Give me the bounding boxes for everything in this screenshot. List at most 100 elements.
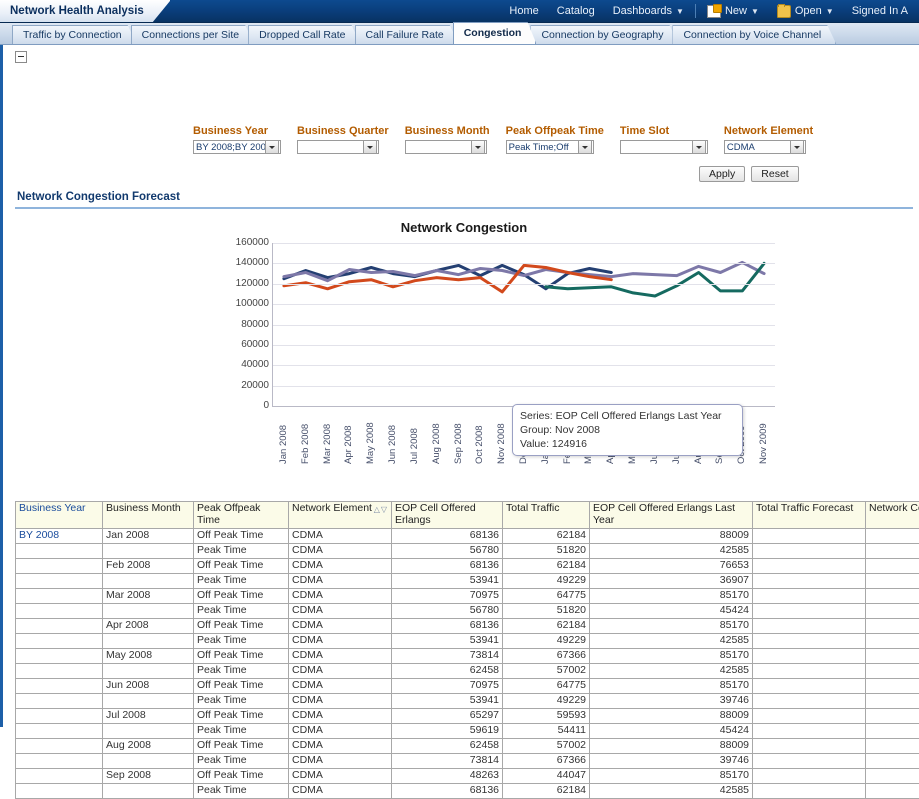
nav-item-new[interactable]: New▼ bbox=[698, 0, 768, 22]
table-cell-peak: Off Peak Time bbox=[194, 709, 289, 724]
column-header-label: EOP Cell Offered Erlangs Last Year bbox=[593, 502, 735, 526]
chart-gridline bbox=[273, 365, 775, 366]
table-cell-total: 44047 bbox=[503, 769, 590, 784]
chevron-down-icon[interactable] bbox=[578, 140, 592, 154]
table-cell-cong bbox=[866, 634, 919, 649]
table-column-header[interactable]: Peak Offpeak Time bbox=[194, 502, 289, 529]
collapse-toggle-icon[interactable] bbox=[15, 51, 27, 63]
table-column-header[interactable]: EOP Cell Offered Erlangs bbox=[392, 502, 503, 529]
table-cell-eop-ly: 42585 bbox=[590, 634, 753, 649]
table-column-header[interactable]: Total Traffic bbox=[503, 502, 590, 529]
nav-item-dashboards[interactable]: Dashboards▼ bbox=[604, 0, 693, 22]
app-title-tab[interactable]: Network Health Analysis bbox=[0, 0, 171, 22]
table-cell-year bbox=[16, 694, 103, 709]
tab-call-failure-rate[interactable]: Call Failure Rate bbox=[355, 25, 459, 44]
chevron-down-icon[interactable] bbox=[363, 140, 377, 154]
tab-congestion[interactable]: Congestion bbox=[453, 22, 537, 44]
nav-item-catalog[interactable]: Catalog bbox=[548, 0, 604, 22]
nav-item-open[interactable]: Open▼ bbox=[768, 0, 843, 22]
table-cell-forecast bbox=[753, 709, 866, 724]
table-cell-eop: 53941 bbox=[392, 574, 503, 589]
table-cell-year bbox=[16, 739, 103, 754]
open-folder-icon bbox=[777, 5, 791, 18]
table-cell-cong bbox=[866, 604, 919, 619]
table-cell-ne: CDMA bbox=[289, 649, 392, 664]
table-cell-total: 49229 bbox=[503, 574, 590, 589]
time-slot-select[interactable] bbox=[620, 140, 708, 154]
chevron-down-icon[interactable] bbox=[790, 140, 804, 154]
business-quarter-select[interactable] bbox=[297, 140, 379, 154]
table-column-header[interactable]: Business Year bbox=[16, 502, 103, 529]
table-row: Peak TimeCDMA539414922936907 bbox=[16, 574, 919, 589]
x-axis-tick-label: Feb 2008 bbox=[300, 410, 311, 464]
table-cell-ne: CDMA bbox=[289, 529, 392, 544]
table-cell-year bbox=[16, 634, 103, 649]
filter-business-year: Business YearBY 2008;BY 200 bbox=[193, 125, 281, 154]
chevron-down-icon[interactable] bbox=[265, 140, 279, 154]
table-cell-month: Jan 2008 bbox=[103, 529, 194, 544]
table-cell-ne: CDMA bbox=[289, 544, 392, 559]
chart-gridline bbox=[273, 284, 775, 285]
network-element-select[interactable]: CDMA bbox=[724, 140, 806, 154]
reset-button[interactable]: Reset bbox=[751, 166, 798, 182]
table-cell-forecast bbox=[753, 634, 866, 649]
business-year-select[interactable]: BY 2008;BY 200 bbox=[193, 140, 281, 154]
filter-business-month: Business Month bbox=[405, 125, 490, 154]
tab-connections-per-site[interactable]: Connections per Site bbox=[131, 25, 254, 44]
tab-connection-by-voice-channel[interactable]: Connection by Voice Channel bbox=[672, 25, 836, 44]
table-cell-total: 49229 bbox=[503, 694, 590, 709]
table-cell-eop: 48263 bbox=[392, 769, 503, 784]
chart-gridline bbox=[273, 345, 775, 346]
y-axis-tick-label: 140000 bbox=[236, 257, 269, 268]
table-column-header[interactable]: EOP Cell Offered Erlangs Last Year bbox=[590, 502, 753, 529]
table-cell-month: Jul 2008 bbox=[103, 709, 194, 724]
nav-item-label: New bbox=[725, 5, 747, 17]
filter-label: Network Element bbox=[724, 125, 813, 137]
chart-gridline bbox=[273, 243, 775, 244]
tab-connection-by-geography[interactable]: Connection by Geography bbox=[530, 25, 678, 44]
chevron-down-icon[interactable] bbox=[692, 140, 706, 154]
table-column-header[interactable]: △▽Network Element bbox=[289, 502, 392, 529]
table-cell-eop: 68136 bbox=[392, 559, 503, 574]
table-cell-year bbox=[16, 724, 103, 739]
y-axis-tick-label: 20000 bbox=[241, 380, 269, 391]
table-cell-eop-ly: 76653 bbox=[590, 559, 753, 574]
table-row: Peak TimeCDMA567805182042585 bbox=[16, 544, 919, 559]
table-cell-total: 62184 bbox=[503, 784, 590, 799]
nav-item-signed-in-a[interactable]: Signed In A bbox=[843, 0, 917, 22]
filter-value: Peak Time;Off bbox=[509, 142, 578, 153]
table-cell-eop-ly: 42585 bbox=[590, 544, 753, 559]
table-cell-eop: 68136 bbox=[392, 529, 503, 544]
business-month-select[interactable] bbox=[405, 140, 487, 154]
peak-offpeak-time-select[interactable]: Peak Time;Off bbox=[506, 140, 594, 154]
tab-label: Connections per Site bbox=[142, 29, 239, 41]
chevron-down-icon[interactable] bbox=[471, 140, 485, 154]
table-cell-cong bbox=[866, 649, 919, 664]
section-header bbox=[3, 45, 919, 66]
nav-item-label: Open bbox=[795, 5, 822, 17]
new-page-icon bbox=[707, 5, 721, 18]
tab-label: Dropped Call Rate bbox=[259, 29, 345, 41]
table-cell-eop: 73814 bbox=[392, 754, 503, 769]
table-column-header[interactable]: Network Congestion bbox=[866, 502, 919, 529]
chevron-down-icon: ▼ bbox=[676, 7, 684, 16]
tab-dropped-call-rate[interactable]: Dropped Call Rate bbox=[248, 25, 360, 44]
table-cell-forecast bbox=[753, 784, 866, 799]
table-row: Peak TimeCDMA624585700242585 bbox=[16, 664, 919, 679]
table-cell-eop-ly: 88009 bbox=[590, 709, 753, 724]
table-column-header[interactable]: Business Month bbox=[103, 502, 194, 529]
table-cell-cong bbox=[866, 544, 919, 559]
table-cell-forecast bbox=[753, 529, 866, 544]
tooltip-series: Series: EOP Cell Offered Erlangs Last Ye… bbox=[520, 409, 735, 423]
sort-arrows-icon[interactable]: △▽ bbox=[374, 504, 388, 516]
nav-item-home[interactable]: Home bbox=[500, 0, 547, 22]
tab-traffic-by-connection[interactable]: Traffic by Connection bbox=[12, 25, 137, 44]
table-column-header[interactable]: Total Traffic Forecast bbox=[753, 502, 866, 529]
table-cell-year bbox=[16, 784, 103, 799]
y-axis-tick-label: 100000 bbox=[236, 298, 269, 309]
table-cell-eop: 53941 bbox=[392, 694, 503, 709]
table-cell-peak: Off Peak Time bbox=[194, 649, 289, 664]
apply-button[interactable]: Apply bbox=[699, 166, 745, 182]
table-cell-forecast bbox=[753, 754, 866, 769]
table-cell-eop: 59619 bbox=[392, 724, 503, 739]
